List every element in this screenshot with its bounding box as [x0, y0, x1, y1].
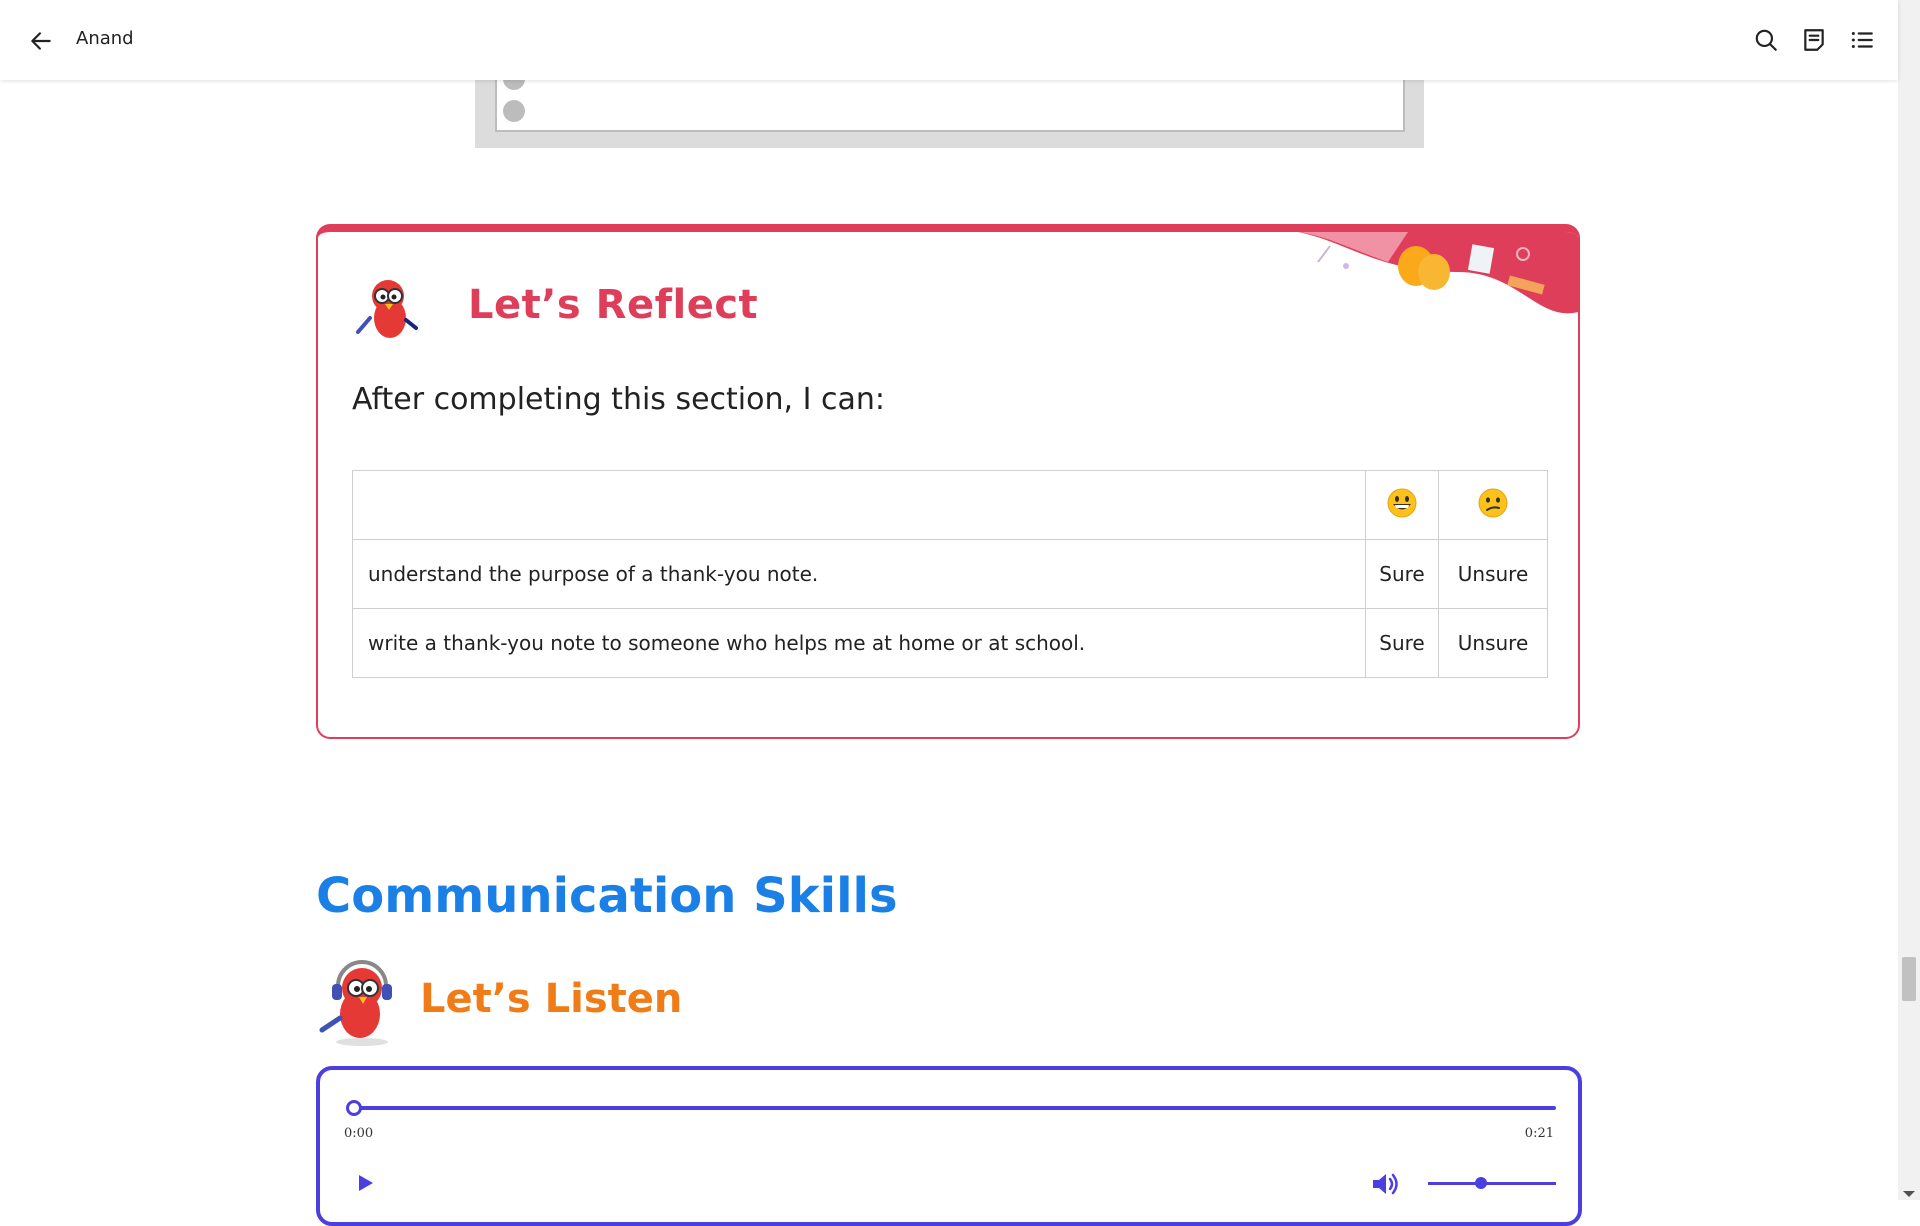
current-time: 0:00 — [344, 1126, 374, 1141]
worksheet-bullet — [503, 100, 525, 122]
unsure-option[interactable]: Unsure — [1438, 539, 1548, 609]
section-heading: Communication Skills — [316, 868, 898, 924]
top-bar: Anand — [0, 0, 1898, 80]
confused-face-emoji-icon — [1478, 488, 1508, 517]
listen-heading: Let’s Listen — [420, 976, 683, 1022]
reflect-statement: write a thank-you note to someone who he… — [352, 608, 1366, 678]
grinning-face-emoji-icon — [1387, 488, 1417, 517]
reflect-lead-text: After completing this section, I can: — [352, 382, 885, 417]
reflect-heading: Let’s Reflect — [468, 282, 759, 328]
table-header-cell — [1365, 470, 1439, 540]
search-icon[interactable] — [1753, 27, 1779, 53]
table-row: understand the purpose of a thank-you no… — [352, 539, 1548, 609]
notes-icon[interactable] — [1801, 27, 1827, 53]
scrollbar[interactable] — [1898, 0, 1920, 1200]
table-header-blank-cell — [352, 470, 1366, 540]
sure-option[interactable]: Sure — [1365, 539, 1439, 609]
brain-decoration-image — [1298, 232, 1578, 314]
reflect-statement: understand the purpose of a thank-you no… — [352, 539, 1366, 609]
listen-mascot-image — [319, 960, 392, 1046]
sure-option[interactable]: Sure — [1365, 608, 1439, 678]
reflect-mascot-image — [356, 280, 418, 338]
volume-slider[interactable] — [1428, 1182, 1556, 1185]
table-header-cell — [1438, 470, 1548, 540]
unsure-option[interactable]: Unsure — [1438, 608, 1548, 678]
worksheet-paper — [495, 78, 1405, 132]
audio-seek-bar[interactable] — [354, 1106, 1556, 1110]
table-of-contents-icon[interactable] — [1849, 27, 1875, 53]
scrollbar-thumb[interactable] — [1902, 957, 1916, 1001]
worksheet-image — [475, 68, 1424, 148]
reflect-table: understand the purpose of a thank-you no… — [352, 470, 1548, 678]
volume-icon[interactable] — [1370, 1170, 1400, 1198]
volume-slider-knob[interactable] — [1475, 1177, 1487, 1189]
reflect-card: Let’s Reflect After completing this sect… — [316, 224, 1580, 739]
duration: 0:21 — [1524, 1126, 1554, 1141]
scroll-down-arrow-icon[interactable] — [1903, 1191, 1915, 1197]
audio-seek-thumb[interactable] — [346, 1100, 362, 1116]
back-arrow-icon[interactable] — [28, 28, 54, 54]
book-title: Anand — [76, 28, 134, 49]
play-icon[interactable] — [354, 1172, 376, 1194]
table-row: write a thank-you note to someone who he… — [352, 608, 1548, 678]
table-header-row — [352, 470, 1548, 540]
audio-player: 0:00 0:21 — [316, 1066, 1582, 1226]
